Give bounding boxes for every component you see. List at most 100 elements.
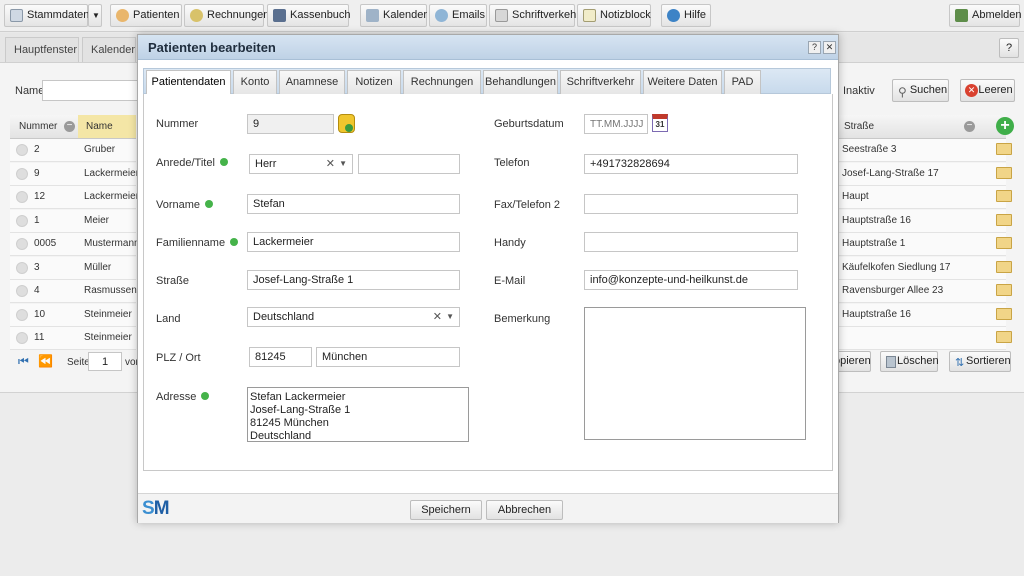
table-row[interactable]: 9 Lackermeier <box>10 162 139 186</box>
table-row[interactable]: Hauptstraße 16 <box>838 303 1012 327</box>
chevron-down-icon[interactable]: ▼ <box>339 155 347 173</box>
emails-button[interactable]: Emails <box>429 4 487 27</box>
tab-hauptfenster[interactable]: Hauptfenster <box>5 37 79 62</box>
telefon-field[interactable] <box>584 154 798 174</box>
leeren-button[interactable]: ✕ Leeren <box>960 79 1015 102</box>
folder-icon[interactable] <box>996 143 1012 155</box>
folder-icon[interactable] <box>996 213 1012 226</box>
tab-behandlungen[interactable]: Behandlungen <box>483 70 558 94</box>
patienten-button[interactable]: Patienten <box>110 4 182 27</box>
kalender-button[interactable]: Kalender <box>360 4 427 27</box>
row-select-radio[interactable] <box>16 285 28 297</box>
table-row[interactable]: Hauptstraße 16 <box>838 209 1012 233</box>
sortieren-button[interactable]: ⇅ Sortieren <box>949 351 1011 372</box>
tab-schriftverkehr[interactable]: Schriftverkehr <box>560 70 641 94</box>
table-row[interactable]: Hauptstraße 1 <box>838 233 1012 256</box>
dialog-help-button[interactable]: ? <box>808 41 821 54</box>
bemerkung-textarea[interactable] <box>584 307 806 440</box>
tab-rechnungen[interactable]: Rechnungen <box>403 70 481 94</box>
row-select-radio[interactable] <box>16 238 28 250</box>
strasse-field[interactable] <box>247 270 460 290</box>
fax-field[interactable] <box>584 194 798 214</box>
tab-notizen[interactable]: Notizen <box>347 70 401 94</box>
plz-field[interactable] <box>249 347 312 367</box>
table-row[interactable]: 3 Müller <box>10 256 136 280</box>
vorname-field[interactable] <box>247 194 460 214</box>
dialog-close-button[interactable]: ✕ <box>823 41 836 54</box>
table-row[interactable]: Ravensburger Allee 23 <box>838 280 1012 303</box>
tab-anamnese[interactable]: Anamnese <box>279 70 345 94</box>
column-header-name[interactable]: Name <box>78 115 136 138</box>
abmelden-button[interactable]: Abmelden <box>949 4 1022 27</box>
clear-selection-icon[interactable]: ✕ <box>433 308 442 326</box>
lock-icon[interactable] <box>338 114 355 133</box>
add-icon[interactable]: + <box>996 117 1014 135</box>
table-row[interactable] <box>838 327 1012 350</box>
adresse-textarea[interactable]: Stefan Lackermeier Josef-Lang-Straße 1 8… <box>247 387 469 442</box>
kassenbuch-button[interactable]: Kassenbuch <box>267 4 351 27</box>
name-filter-input[interactable] <box>42 80 138 101</box>
table-row[interactable]: Seestraße 3 <box>838 139 1012 162</box>
column-header-nummer[interactable]: Nummer <box>19 115 57 138</box>
land-select[interactable]: Deutschland ✕ ▼ <box>247 307 460 327</box>
schriftverkehr-button[interactable]: Schriftverkehr <box>489 4 580 27</box>
notizblock-button[interactable]: Notizblock <box>577 4 651 27</box>
row-select-radio[interactable] <box>16 261 28 274</box>
help-button[interactable]: ? <box>999 38 1019 58</box>
tab-konto[interactable]: Konto <box>233 70 277 94</box>
hilfe-button[interactable]: Hilfe <box>661 4 711 27</box>
folder-icon[interactable] <box>996 307 1012 320</box>
ort-field[interactable] <box>316 347 460 367</box>
table-row[interactable]: 10 Steinmeier <box>10 303 136 327</box>
folder-icon[interactable] <box>996 331 1012 343</box>
row-select-radio[interactable] <box>16 308 28 321</box>
table-row[interactable]: 12 Lackermeier <box>10 186 139 209</box>
abbrechen-button[interactable]: Abbrechen <box>486 500 563 520</box>
email-field[interactable] <box>584 270 798 290</box>
first-page-icon[interactable]: ⏮ <box>18 354 32 368</box>
row-select-radio[interactable] <box>16 214 28 227</box>
row-select-radio[interactable] <box>16 167 28 180</box>
clear-selection-icon[interactable]: ✕ <box>326 155 335 173</box>
stammdaten-button[interactable]: Stammdaten <box>4 4 89 27</box>
handy-field[interactable] <box>584 232 798 252</box>
table-row[interactable]: 1 Meier <box>10 209 136 233</box>
table-row[interactable]: Käufelkofen Siedlung 17 <box>838 256 1012 280</box>
table-row[interactable]: 11 Steinmeier <box>10 327 136 350</box>
page-number-input[interactable]: 1 <box>88 352 122 371</box>
tab-weitere-daten[interactable]: Weitere Daten <box>643 70 722 94</box>
table-row[interactable]: Josef-Lang-Straße 17 <box>838 162 1012 186</box>
table-row[interactable]: Haupt <box>838 186 1012 209</box>
folder-icon[interactable] <box>996 284 1012 296</box>
table-row[interactable]: 2 Gruber <box>10 139 136 162</box>
row-select-radio[interactable] <box>16 191 28 203</box>
titel-field[interactable] <box>358 154 460 174</box>
suchen-button[interactable]: ⚲ Suchen <box>892 79 949 102</box>
tab-patientendaten[interactable]: Patientendaten <box>146 70 231 95</box>
stammdaten-dropdown-button[interactable]: ▼ <box>88 4 102 27</box>
remove-column-icon[interactable]: − <box>64 121 75 132</box>
row-select-radio[interactable] <box>16 332 28 344</box>
row-select-radio[interactable] <box>16 144 28 156</box>
calendar-picker-icon[interactable]: 31 <box>652 114 668 132</box>
tab-kalender[interactable]: Kalender <box>82 37 136 62</box>
table-row[interactable]: 4 Rasmussen <box>10 280 137 303</box>
familienname-field[interactable] <box>247 232 460 252</box>
folder-icon[interactable] <box>996 166 1012 179</box>
folder-icon[interactable] <box>996 260 1012 273</box>
table-row[interactable]: 0005 Mustermann <box>10 233 140 256</box>
speichern-button[interactable]: Speichern <box>410 500 482 520</box>
nummer-field[interactable]: 9 <box>247 114 334 134</box>
folder-icon[interactable] <box>996 237 1012 249</box>
previous-page-icon[interactable]: ⏪ <box>38 354 54 368</box>
folder-icon[interactable] <box>996 190 1012 202</box>
anrede-select[interactable]: Herr ✕ ▼ <box>249 154 353 174</box>
notepad-icon <box>583 9 596 22</box>
tab-pad[interactable]: PAD <box>724 70 761 94</box>
column-header-strasse[interactable]: Straße <box>844 121 874 132</box>
remove-column-icon[interactable]: − <box>964 121 975 132</box>
loeschen-button[interactable]: Löschen <box>880 351 939 372</box>
rechnungen-button[interactable]: Rechnungen <box>184 4 269 27</box>
chevron-down-icon[interactable]: ▼ <box>446 308 454 326</box>
geburtsdatum-field[interactable] <box>584 114 648 134</box>
